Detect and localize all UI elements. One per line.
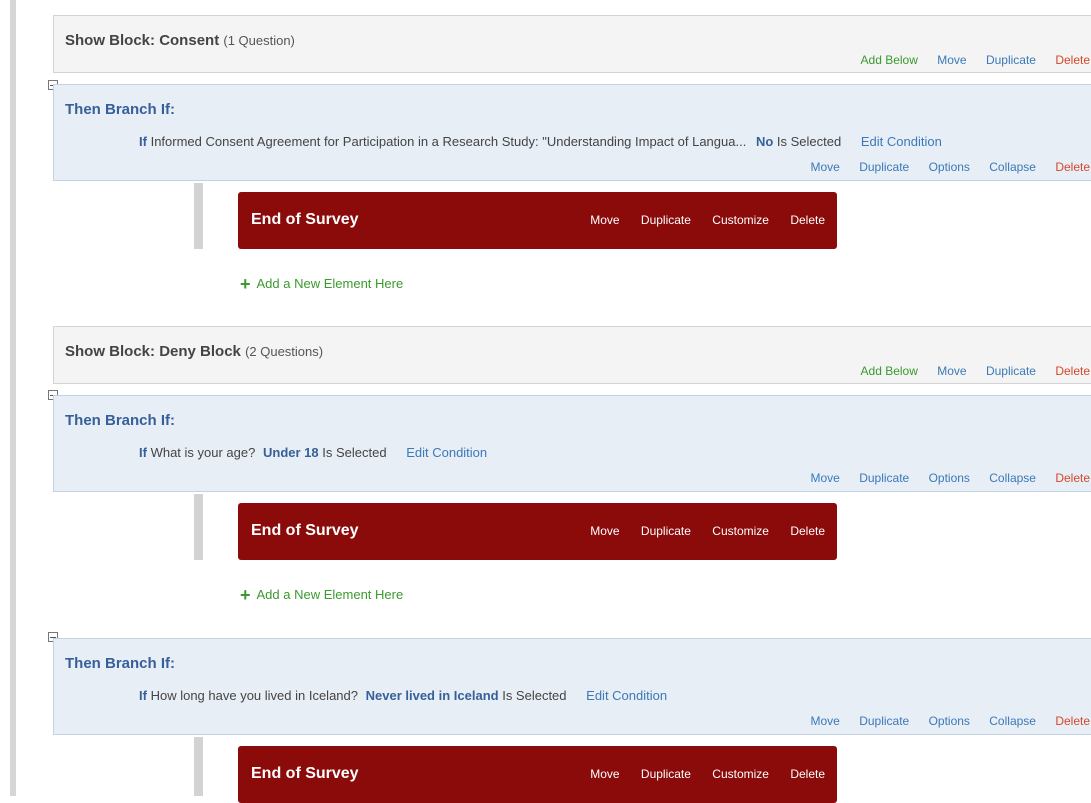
block-name: Consent (159, 32, 220, 49)
options-button[interactable]: Options (929, 471, 970, 485)
duplicate-button[interactable]: Duplicate (986, 53, 1036, 67)
branch-actions: Move Duplicate Options Collapse Delete (795, 471, 1091, 485)
branch-condition: If Informed Consent Agreement for Partic… (139, 134, 942, 149)
add-below-button[interactable]: Add Below (861, 53, 918, 67)
edit-condition-link[interactable]: Edit Condition (861, 134, 942, 149)
delete-button[interactable]: Delete (1055, 364, 1090, 378)
move-button[interactable]: Move (811, 714, 840, 728)
duplicate-button[interactable]: Duplicate (859, 160, 909, 174)
delete-button[interactable]: Delete (790, 213, 825, 227)
branch-actions: Move Duplicate Options Collapse Delete (795, 714, 1091, 728)
block-actions: Add Below Move Duplicate Delete (845, 53, 1090, 67)
branch-iceland: Then Branch If: If How long have you liv… (53, 638, 1091, 735)
end-of-survey-title: End of Survey (251, 765, 359, 782)
end-of-survey-title: End of Survey (251, 211, 359, 228)
delete-button[interactable]: Delete (1055, 471, 1090, 485)
condition-answer: No (755, 134, 774, 149)
end-of-survey-actions: Move Duplicate Customize Delete (572, 524, 825, 538)
show-block-title: Show Block: Consent (1 Question) (65, 32, 295, 49)
end-of-survey-actions: Move Duplicate Customize Delete (572, 767, 825, 781)
end-of-survey-title: End of Survey (251, 522, 359, 539)
condition-question: What is your age? (150, 445, 256, 460)
show-block-deny: Show Block: Deny Block (2 Questions) Add… (53, 326, 1091, 384)
branch-title: Then Branch If: (65, 412, 176, 429)
collapse-button[interactable]: Collapse (989, 714, 1036, 728)
move-button[interactable]: Move (811, 160, 840, 174)
customize-button[interactable]: Customize (712, 213, 769, 227)
block-question-count: (1 Question) (223, 33, 295, 48)
show-block-title: Show Block: Deny Block (2 Questions) (65, 343, 324, 360)
condition-question: How long have you lived in Iceland? (150, 688, 358, 703)
end-of-survey-actions: Move Duplicate Customize Delete (572, 213, 825, 227)
duplicate-button[interactable]: Duplicate (641, 767, 691, 781)
duplicate-button[interactable]: Duplicate (641, 213, 691, 227)
collapse-button[interactable]: Collapse (989, 471, 1036, 485)
delete-button[interactable]: Delete (790, 524, 825, 538)
move-button[interactable]: Move (590, 213, 619, 227)
plus-icon: + (240, 274, 251, 294)
delete-button[interactable]: Delete (1055, 714, 1090, 728)
move-button[interactable]: Move (590, 524, 619, 538)
move-button[interactable]: Move (811, 471, 840, 485)
show-block-consent: Show Block: Consent (1 Question) Add Bel… (53, 15, 1091, 73)
condition-answer: Under 18 (262, 445, 319, 460)
flow-left-rail (10, 0, 16, 796)
end-of-survey-element: End of Survey Move Duplicate Customize D… (238, 503, 837, 560)
delete-button[interactable]: Delete (1055, 53, 1090, 67)
block-name: Deny Block (159, 343, 241, 360)
end-of-survey-element: End of Survey Move Duplicate Customize D… (238, 192, 837, 249)
move-button[interactable]: Move (590, 767, 619, 781)
branch-indent-bar (194, 737, 203, 796)
duplicate-button[interactable]: Duplicate (859, 714, 909, 728)
branch-indent-bar (194, 494, 203, 560)
edit-condition-link[interactable]: Edit Condition (406, 445, 487, 460)
block-question-count: (2 Questions) (245, 344, 324, 359)
add-below-button[interactable]: Add Below (861, 364, 918, 378)
add-new-element-link[interactable]: + Add a New Element Here (240, 585, 403, 606)
options-button[interactable]: Options (929, 714, 970, 728)
end-of-survey-element: End of Survey Move Duplicate Customize D… (238, 746, 837, 803)
condition-question: Informed Consent Agreement for Participa… (150, 134, 747, 149)
condition-answer: Never lived in Iceland (365, 688, 499, 703)
add-new-element-link[interactable]: + Add a New Element Here (240, 274, 403, 295)
block-actions: Add Below Move Duplicate Delete (845, 364, 1090, 378)
branch-actions: Move Duplicate Options Collapse Delete (795, 160, 1091, 174)
options-button[interactable]: Options (929, 160, 970, 174)
branch-condition: If How long have you lived in Iceland? N… (139, 688, 668, 703)
move-button[interactable]: Move (937, 364, 966, 378)
collapse-button[interactable]: Collapse (989, 160, 1036, 174)
delete-button[interactable]: Delete (790, 767, 825, 781)
plus-icon: + (240, 585, 251, 605)
branch-indent-bar (194, 183, 203, 249)
branch-consent: Then Branch If: If Informed Consent Agre… (53, 84, 1091, 181)
branch-title: Then Branch If: (65, 655, 176, 672)
customize-button[interactable]: Customize (712, 767, 769, 781)
branch-title: Then Branch If: (65, 101, 176, 118)
duplicate-button[interactable]: Duplicate (859, 471, 909, 485)
move-button[interactable]: Move (937, 53, 966, 67)
branch-condition: If What is your age? Under 18 Is Selecte… (139, 445, 488, 460)
delete-button[interactable]: Delete (1055, 160, 1090, 174)
duplicate-button[interactable]: Duplicate (641, 524, 691, 538)
customize-button[interactable]: Customize (712, 524, 769, 538)
branch-age: Then Branch If: If What is your age? Und… (53, 395, 1091, 492)
edit-condition-link[interactable]: Edit Condition (586, 688, 667, 703)
duplicate-button[interactable]: Duplicate (986, 364, 1036, 378)
